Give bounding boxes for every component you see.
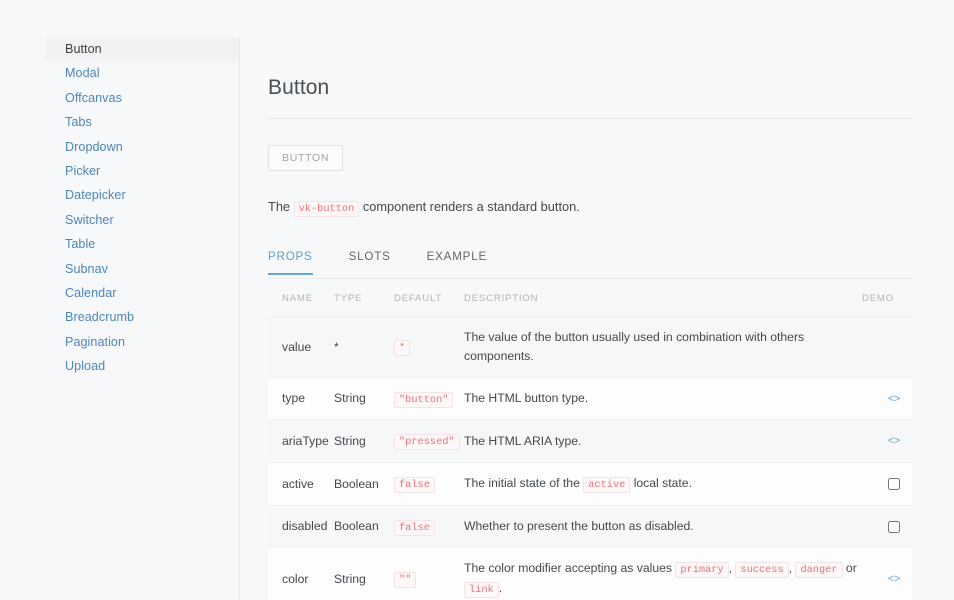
sidebar-item-table[interactable]: Table: [46, 232, 239, 256]
cell-prop-demo: <>: [862, 377, 912, 421]
tab-props[interactable]: PROPS: [268, 250, 313, 276]
cell-prop-name: active: [268, 462, 334, 506]
code-brackets-icon[interactable]: <>: [888, 436, 901, 448]
sidebar-item-subnav[interactable]: Subnav: [46, 257, 239, 281]
description-inline-code: danger: [795, 562, 843, 579]
title-divider: [268, 118, 912, 119]
cell-prop-default: "": [394, 547, 464, 600]
default-value-code: *: [394, 340, 411, 357]
sidebar-item-upload[interactable]: Upload: [46, 354, 239, 378]
component-description: The vk-button component renders a standa…: [268, 197, 914, 217]
sidebar-item-calendar[interactable]: Calendar: [46, 281, 239, 305]
sidebar-item-dropdown[interactable]: Dropdown: [46, 135, 239, 159]
sidebar-item-switcher[interactable]: Switcher: [46, 208, 239, 232]
description-inline-code: primary: [675, 562, 729, 579]
cell-prop-default: "button": [394, 377, 464, 421]
sidebar-item-button[interactable]: Button: [46, 37, 239, 62]
table-row: type String "button" The HTML button type. <…: [268, 377, 912, 421]
column-header-default: DEFAULT: [394, 279, 464, 318]
cell-prop-default: *: [394, 316, 464, 378]
table-body: value * * The value of the button usually u…: [268, 316, 912, 600]
cell-prop-name: disabled: [268, 505, 334, 549]
demo-button[interactable]: BUTTON: [268, 145, 344, 171]
demo-checkbox[interactable]: [888, 520, 900, 533]
cell-prop-description: The color modifier accepting as values p…: [464, 547, 862, 600]
description-inline-code: success: [735, 562, 789, 579]
cell-prop-description: The value of the button usually used in …: [464, 316, 862, 378]
demo-checkbox[interactable]: [888, 478, 900, 491]
demo-button-container: BUTTON: [268, 145, 914, 171]
code-brackets-icon[interactable]: <>: [888, 394, 901, 406]
description-inline-code: link: [464, 581, 499, 598]
cell-prop-name: type: [268, 377, 334, 421]
column-header-demo: DEMO: [862, 279, 912, 318]
cell-prop-demo: [862, 462, 912, 506]
cell-prop-demo: [862, 316, 912, 378]
cell-prop-type: Boolean: [334, 462, 394, 506]
cell-prop-type: *: [334, 316, 394, 378]
column-header-type: TYPE: [334, 279, 394, 318]
cell-prop-type: String: [334, 547, 394, 600]
code-brackets-icon[interactable]: <>: [888, 574, 901, 586]
description-inline-code: active: [583, 476, 631, 493]
sidebar-item-offcanvas[interactable]: Offcanvas: [46, 86, 239, 110]
cell-prop-description: Whether to present the button as disable…: [464, 505, 862, 549]
default-value-code: "pressed": [394, 434, 460, 451]
table-row: disabled Boolean false Whether to present t…: [268, 505, 912, 549]
cell-prop-type: String: [334, 377, 394, 421]
table-head: NAME TYPE DEFAULT DESCRIPTION DEMO: [268, 279, 912, 318]
sidebar-item-picker[interactable]: Picker: [46, 159, 239, 183]
sidebar: Button Modal Offcanvas Tabs Dropdown Picker Da…: [46, 37, 240, 600]
page-title: Button: [268, 76, 330, 99]
cell-prop-name: color: [268, 547, 334, 600]
cell-prop-demo: <>: [862, 419, 912, 463]
inline-code-vk-button: vk-button: [293, 201, 360, 217]
sidebar-item-pagination[interactable]: Pagination: [46, 330, 239, 354]
column-header-description: DESCRIPTION: [464, 279, 862, 318]
cell-prop-demo: [862, 505, 912, 549]
cell-prop-type: Boolean: [334, 505, 394, 549]
cell-prop-default: false: [394, 462, 464, 506]
tab-bar: PROPS SLOTS EXAMPLE: [268, 247, 912, 280]
sidebar-item-modal[interactable]: Modal: [46, 61, 239, 85]
cell-prop-description: The initial state of the active local st…: [464, 462, 862, 506]
default-value-code: false: [394, 519, 435, 536]
sidebar-item-breadcrumb[interactable]: Breadcrumb: [46, 305, 239, 329]
description-after: component renders a standard button.: [362, 199, 580, 214]
table-row: color String "" The color modifier acceptin…: [268, 547, 912, 600]
tab-example[interactable]: EXAMPLE: [427, 250, 487, 274]
cell-prop-type: String: [334, 419, 394, 463]
sidebar-item-tabs[interactable]: Tabs: [46, 110, 239, 134]
page-root: Button Modal Offcanvas Tabs Dropdown Picker Da…: [0, 0, 954, 600]
table-row: active Boolean false The initial state of t…: [268, 462, 912, 506]
default-value-code: false: [394, 476, 435, 493]
cell-prop-name: value: [268, 316, 334, 378]
default-value-code: "button": [394, 391, 454, 408]
sidebar-item-datepicker[interactable]: Datepicker: [46, 183, 239, 207]
tab-slots[interactable]: SLOTS: [349, 250, 391, 274]
cell-prop-default: false: [394, 505, 464, 549]
cell-prop-description: The HTML ARIA type.: [464, 419, 862, 463]
table-header-row: NAME TYPE DEFAULT DESCRIPTION DEMO: [268, 279, 912, 318]
description-before: The: [268, 199, 291, 214]
column-header-name: NAME: [268, 279, 334, 318]
cell-prop-name: ariaType: [268, 419, 334, 463]
cell-prop-demo: <>: [862, 547, 912, 600]
props-table: NAME TYPE DEFAULT DESCRIPTION DEMO value…: [268, 279, 912, 600]
cell-prop-default: "pressed": [394, 419, 464, 463]
main-content: Button BUTTON The vk-button component re…: [268, 0, 914, 600]
table-row: ariaType String "pressed" The HTML ARIA typ…: [268, 419, 912, 463]
table-row: value * * The value of the button usually u…: [268, 316, 912, 378]
cell-prop-description: The HTML button type.: [464, 377, 862, 421]
default-value-code: "": [394, 572, 417, 589]
